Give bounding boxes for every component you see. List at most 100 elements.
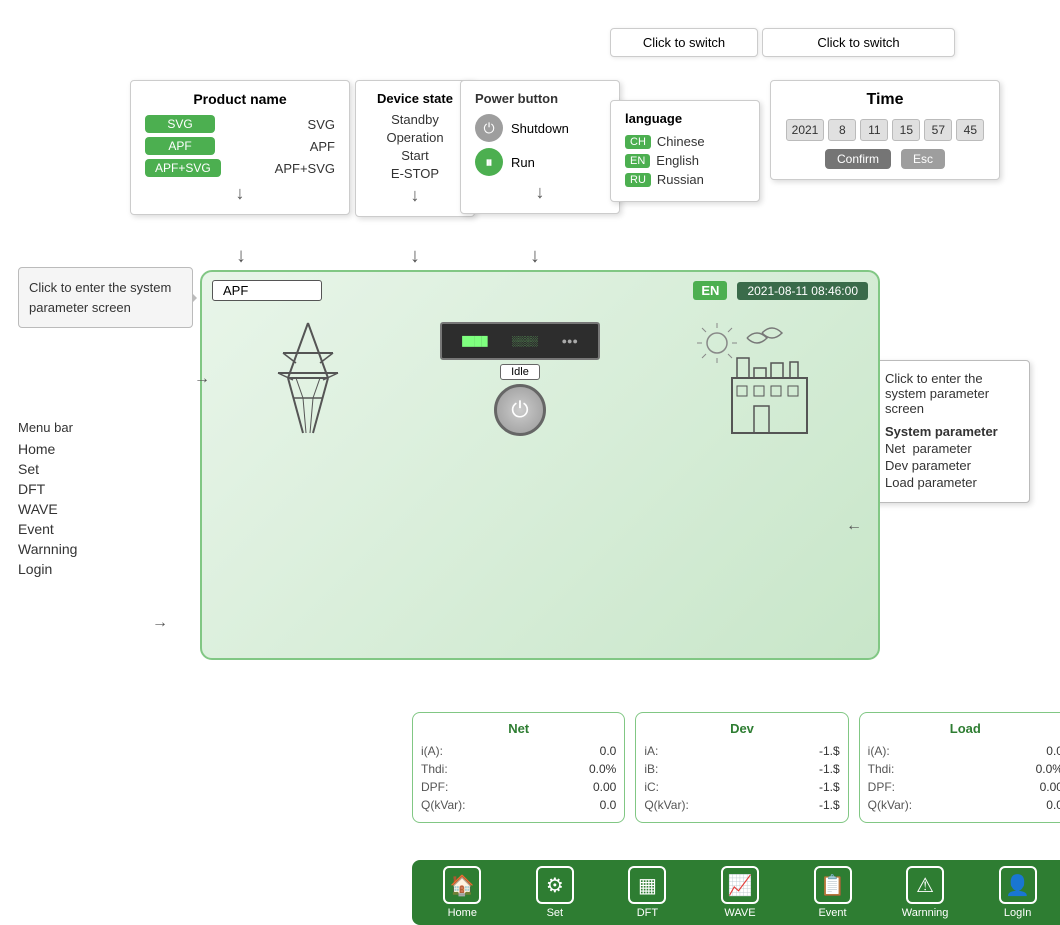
lang-label-ch: Chinese xyxy=(657,134,705,149)
panel-middle-area: ████ ░░░░ ●●● Idle ⏻ xyxy=(202,309,878,449)
time-minute[interactable]: 57 xyxy=(924,119,952,141)
en-display[interactable]: EN xyxy=(693,281,727,300)
arrow-state-down: ↓ xyxy=(410,245,420,268)
time-second[interactable]: 45 xyxy=(956,119,984,141)
wave-icon: 📈 xyxy=(721,866,759,904)
sys-param-net[interactable]: Net parameter xyxy=(885,441,1015,456)
sys-param-load[interactable]: Load parameter xyxy=(885,475,1015,490)
nav-item-login[interactable]: 👤 LogIn xyxy=(983,866,1053,919)
load-row-dpf: DPF: 0.00 xyxy=(868,778,1060,796)
factory-icon xyxy=(692,318,812,441)
datetime-display: 2021-08-11 08:46:00 xyxy=(737,282,868,300)
time-hour[interactable]: 15 xyxy=(892,119,920,141)
arrow-down-product: ↓ xyxy=(145,183,335,204)
nav-label-login: LogIn xyxy=(1004,907,1032,919)
product-label-svg: SVG xyxy=(308,117,335,132)
sys-param-right-title: System parameter xyxy=(885,424,1015,439)
nav-label-set: Set xyxy=(547,907,564,919)
login-icon: 👤 xyxy=(999,866,1037,904)
time-day[interactable]: 11 xyxy=(860,119,888,141)
nav-item-event[interactable]: 📋 Event xyxy=(798,866,868,919)
language-title: language xyxy=(625,111,745,126)
dev-row-q: Q(kVar): -1.$ xyxy=(644,796,839,814)
dev-row-ic: iC: -1.$ xyxy=(644,778,839,796)
sys-param-left-text: Click to enter the system parameter scre… xyxy=(29,280,171,315)
switch-button-left[interactable]: Click to switch xyxy=(610,28,758,57)
switch-button-right[interactable]: Click to switch xyxy=(762,28,955,57)
data-tables-container: Net i(A): 0.0 Thdi: 0.0% DPF: 0.00 Q(kVa… xyxy=(412,712,1060,823)
state-start: Start xyxy=(370,148,460,163)
power-tower-icon xyxy=(268,318,348,441)
net-row-dpf: DPF: 0.00 xyxy=(421,778,616,796)
language-callout: language CH Chinese EN English RU Russia… xyxy=(610,100,760,202)
power-item-shutdown[interactable]: ⏻ Shutdown xyxy=(475,114,605,142)
sys-param-dev[interactable]: Dev parameter xyxy=(885,458,1015,473)
product-item-apf[interactable]: APF APF xyxy=(145,137,335,155)
product-item-apfsvg[interactable]: APF+SVG APF+SVG xyxy=(145,159,335,177)
menu-item-warnning[interactable]: Warnning xyxy=(18,539,77,559)
menu-item-login[interactable]: Login xyxy=(18,559,77,579)
menu-item-event[interactable]: Event xyxy=(18,519,77,539)
nav-item-set[interactable]: ⚙ Set xyxy=(520,866,590,919)
net-row-q: Q(kVar): 0.0 xyxy=(421,796,616,814)
lang-label-ru: Russian xyxy=(657,172,704,187)
device-screen: ████ ░░░░ ●●● xyxy=(440,322,600,360)
nav-item-wave[interactable]: 📈 WAVE xyxy=(705,866,775,919)
lang-item-en[interactable]: EN English xyxy=(625,153,745,168)
product-name-title: Product name xyxy=(145,91,335,107)
arrow-product-down: ↑ xyxy=(236,245,246,268)
nav-label-dft: DFT xyxy=(637,907,658,919)
menu-item-home[interactable]: Home xyxy=(18,439,77,459)
switch-label-right: Click to switch xyxy=(817,35,899,50)
menu-item-dft[interactable]: DFT xyxy=(18,479,77,499)
time-year[interactable]: 2021 xyxy=(786,119,825,141)
menu-item-wave[interactable]: WAVE xyxy=(18,499,77,519)
arrow-down-state: ↓ xyxy=(370,185,460,206)
power-button-title: Power button xyxy=(475,91,605,106)
arrow-left-to-panel: → xyxy=(194,370,210,388)
state-estop: E-STOP xyxy=(370,166,460,181)
time-month[interactable]: 8 xyxy=(828,119,856,141)
time-esc-button[interactable]: Esc xyxy=(901,149,945,169)
state-standby: Standby xyxy=(370,112,460,127)
load-row-thdi: Thdi: 0.0% xyxy=(868,760,1060,778)
power-circle-button[interactable]: ⏻ xyxy=(494,384,546,436)
set-icon: ⚙ xyxy=(536,866,574,904)
net-table: Net i(A): 0.0 Thdi: 0.0% DPF: 0.00 Q(kVa… xyxy=(412,712,625,823)
sys-param-left-callout[interactable]: Click to enter the system parameter scre… xyxy=(18,267,193,328)
product-badge-svg: SVG xyxy=(145,115,215,133)
menu-item-set[interactable]: Set xyxy=(18,459,77,479)
switch-label-left: Click to switch xyxy=(643,35,725,50)
nav-item-dft[interactable]: ▦ DFT xyxy=(612,866,682,919)
product-item-svg[interactable]: SVG SVG xyxy=(145,115,335,133)
nav-item-home[interactable]: 🏠 Home xyxy=(427,866,497,919)
sys-param-right-callout[interactable]: Click to enter the system parameter scre… xyxy=(870,360,1030,503)
net-row-ia: i(A): 0.0 xyxy=(421,742,616,760)
power-item-run[interactable]: ⏸ Run xyxy=(475,148,605,176)
lang-badge-ch: CH xyxy=(625,135,651,149)
time-title: Time xyxy=(785,91,985,109)
home-icon: 🏠 xyxy=(443,866,481,904)
panel-top-bar: APF EN 2021-08-11 08:46:00 xyxy=(202,272,878,309)
nav-item-warnning[interactable]: ⚠ Warnning xyxy=(890,866,960,919)
arrow-right: ← xyxy=(846,517,862,535)
nav-label-event: Event xyxy=(818,907,846,919)
product-badge-apfsvg: APF+SVG xyxy=(145,159,221,177)
time-confirm-button[interactable]: Confirm xyxy=(825,149,891,169)
product-badge-apf: APF xyxy=(145,137,215,155)
lang-item-ru[interactable]: RU Russian xyxy=(625,172,745,187)
event-icon: 📋 xyxy=(814,866,852,904)
net-row-thdi: Thdi: 0.0% xyxy=(421,760,616,778)
lang-item-ch[interactable]: CH Chinese xyxy=(625,134,745,149)
device-state-title: Device state xyxy=(370,91,460,106)
shutdown-label: Shutdown xyxy=(511,121,569,136)
apf-display[interactable]: APF xyxy=(212,280,322,301)
nav-label-home: Home xyxy=(448,907,477,919)
warnning-icon: ⚠ xyxy=(906,866,944,904)
load-row-q: Q(kVar): 0.0 xyxy=(868,796,1060,814)
run-icon: ⏸ xyxy=(475,148,503,176)
main-panel: APF EN 2021-08-11 08:46:00 xyxy=(200,270,880,660)
nav-bar: 🏠 Home ⚙ Set ▦ DFT 📈 WAVE 📋 Event ⚠ Warn… xyxy=(412,860,1060,925)
product-name-callout: Product name SVG SVG APF APF APF+SVG APF… xyxy=(130,80,350,215)
dev-row-ia: iA: -1.$ xyxy=(644,742,839,760)
